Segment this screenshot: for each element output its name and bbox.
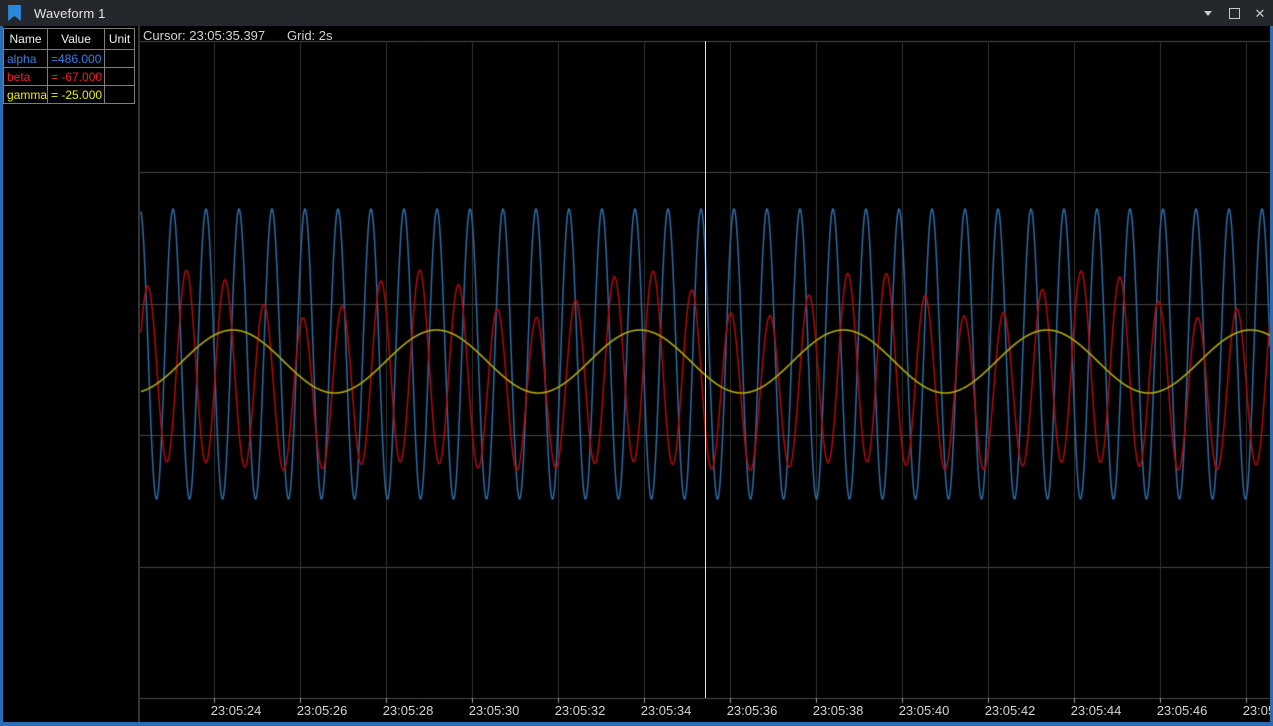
grid-readout: Grid: 2s bbox=[287, 28, 333, 43]
signal-panel: Name Value Unit alpha =486.000 beta = -6… bbox=[3, 26, 138, 722]
cursor-readout: Cursor: 23:05:35.397 bbox=[143, 28, 265, 43]
x-axis-label: 23:05:32 bbox=[555, 703, 606, 718]
status-row: Cursor: 23:05:35.397 Grid: 2s bbox=[143, 28, 265, 43]
waveform-window: Waveform 1 ✕ Name Value Unit alpha =486.… bbox=[0, 0, 1273, 726]
header-unit: Unit bbox=[105, 29, 135, 50]
x-axis-label: 23:05:24 bbox=[211, 703, 262, 718]
signal-name[interactable]: beta bbox=[4, 68, 48, 86]
close-button[interactable]: ✕ bbox=[1247, 0, 1273, 26]
x-axis-label: 23:05:26 bbox=[297, 703, 348, 718]
signal-table-header: Name Value Unit bbox=[4, 29, 135, 50]
signal-value: = -67.000 bbox=[48, 68, 105, 86]
signal-row-beta[interactable]: beta = -67.000 bbox=[4, 68, 135, 86]
x-axis-label: 23:05:46 bbox=[1157, 703, 1208, 718]
chart-area: Cursor: 23:05:35.397 Grid: 2s 23:05:2423… bbox=[140, 26, 1270, 722]
chevron-down-icon bbox=[1204, 11, 1212, 16]
signal-value: = -25.000 bbox=[48, 86, 105, 104]
signal-unit bbox=[105, 86, 135, 104]
signal-row-alpha[interactable]: alpha =486.000 bbox=[4, 50, 135, 68]
signal-unit bbox=[105, 50, 135, 68]
cursor-line[interactable] bbox=[705, 41, 706, 698]
signal-table: Name Value Unit alpha =486.000 beta = -6… bbox=[3, 28, 135, 104]
maximize-button[interactable] bbox=[1221, 0, 1247, 26]
window-title: Waveform 1 bbox=[34, 6, 106, 21]
x-axis-label: 23:05:34 bbox=[641, 703, 692, 718]
x-axis-label: 23:05:48 bbox=[1243, 703, 1270, 718]
title-bar[interactable]: Waveform 1 ✕ bbox=[0, 0, 1273, 26]
x-axis-label: 23:05:44 bbox=[1071, 703, 1122, 718]
x-axis-label: 23:05:30 bbox=[469, 703, 520, 718]
x-axis-label: 23:05:36 bbox=[727, 703, 778, 718]
signal-unit bbox=[105, 68, 135, 86]
x-axis-label: 23:05:40 bbox=[899, 703, 950, 718]
signal-name[interactable]: gamma bbox=[4, 86, 48, 104]
x-axis-labels: 23:05:24 23:05:26 23:05:28 23:05:30 23:05:32… bbox=[140, 703, 1270, 722]
header-value: Value bbox=[48, 29, 105, 50]
window-controls: ✕ bbox=[1195, 0, 1273, 26]
x-axis-label: 23:05:42 bbox=[985, 703, 1036, 718]
close-icon: ✕ bbox=[1255, 7, 1266, 20]
header-name: Name bbox=[4, 29, 48, 50]
window-border-bottom bbox=[0, 722, 1273, 726]
bookmark-icon bbox=[8, 5, 21, 21]
signal-row-gamma[interactable]: gamma = -25.000 bbox=[4, 86, 135, 104]
maximize-icon bbox=[1229, 8, 1240, 19]
x-axis-label: 23:05:28 bbox=[383, 703, 434, 718]
collapse-button[interactable] bbox=[1195, 0, 1221, 26]
signal-name[interactable]: alpha bbox=[4, 50, 48, 68]
x-axis-label: 23:05:38 bbox=[813, 703, 864, 718]
signal-value: =486.000 bbox=[48, 50, 105, 68]
